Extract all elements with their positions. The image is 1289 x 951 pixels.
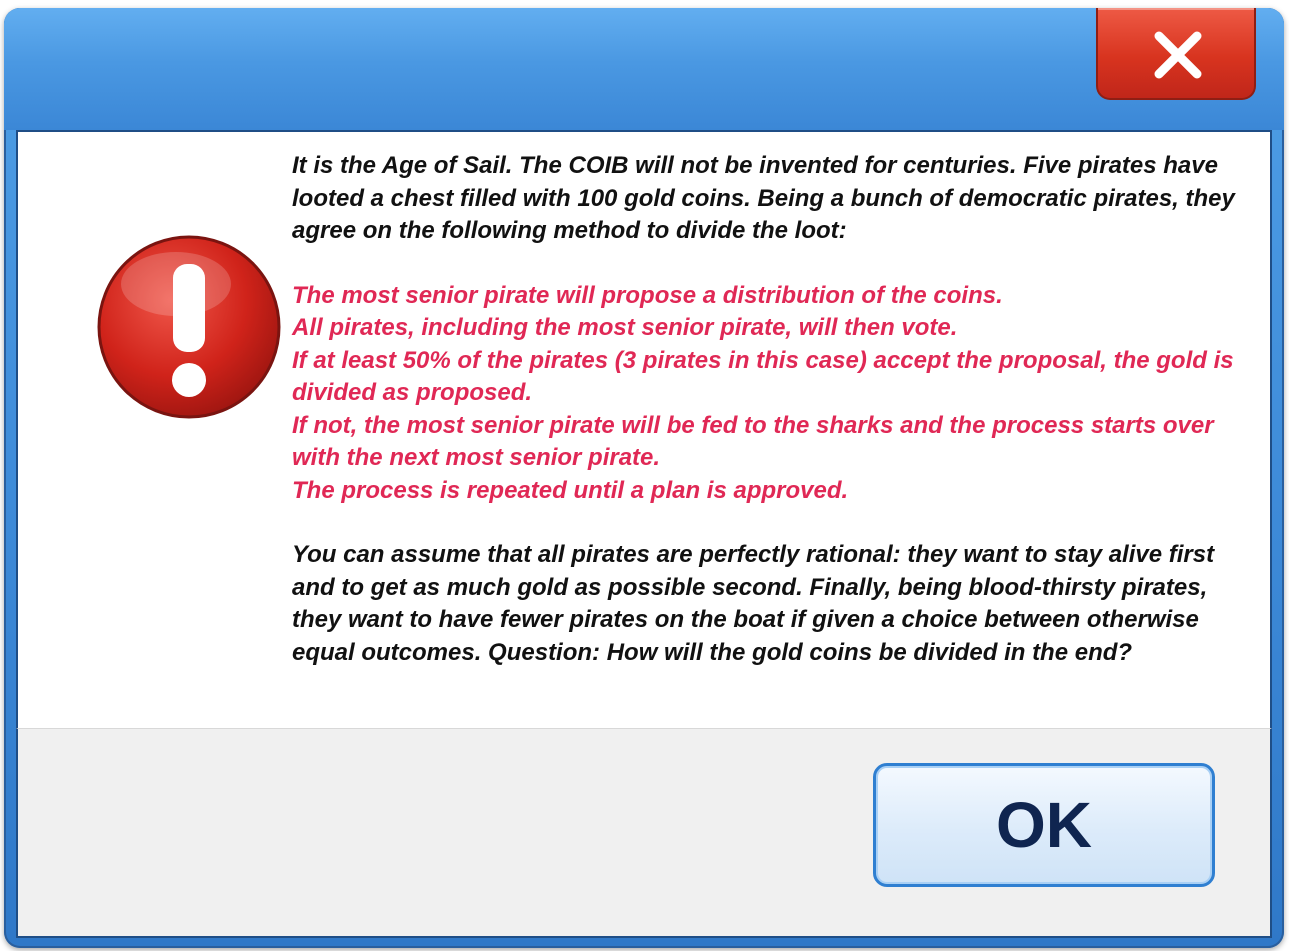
close-button[interactable] [1096,8,1256,100]
rules-list: The most senior pirate will propose a di… [292,280,1252,508]
title-bar[interactable] [4,8,1284,130]
button-bar: OK [16,728,1272,938]
message-area: It is the Age of Sail. The COIB will not… [16,130,1272,728]
intro-paragraph: It is the Age of Sail. The COIB will not… [292,152,1235,244]
exclamation-icon [97,235,281,419]
message-text: It is the Age of Sail. The COIB will not… [292,150,1252,669]
rule-item: The process is repeated until a plan is … [292,476,849,504]
rule-item: If not, the most senior pirate will be f… [292,411,1214,472]
rule-item: If at least 50% of the pirates (3 pirate… [292,346,1234,407]
ok-button[interactable]: OK [873,763,1215,887]
dialog-window: It is the Age of Sail. The COIB will not… [4,8,1284,948]
close-icon [1154,31,1202,79]
rule-item: The most senior pirate will propose a di… [292,281,1003,309]
closing-paragraph: You can assume that all pirates are perf… [292,541,1215,666]
rule-item: All pirates, including the most senior p… [292,314,958,341]
